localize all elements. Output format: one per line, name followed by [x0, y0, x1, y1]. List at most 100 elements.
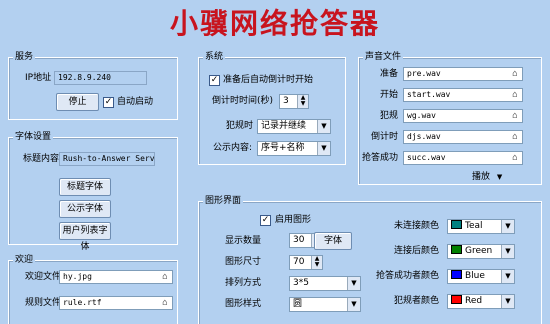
sound-value: succ.wav — [407, 153, 446, 162]
spinner-arrows-icon[interactable]: ▲▼ — [311, 256, 322, 269]
welcome-file-field[interactable]: hy.jpg ⌂ — [59, 270, 173, 284]
size-label: 图形尺寸 — [225, 257, 262, 267]
chevron-down-icon[interactable]: ▼ — [317, 120, 330, 133]
color-name: Blue — [465, 271, 485, 281]
graphics-group: 图形界面 ✓ 启用图形 显示数量 30 ▲▼ 字体 图形尺寸 70 ▲▼ 排列方… — [198, 196, 542, 324]
sound-label-foul: 犯规 — [379, 111, 398, 121]
graphics-group-title: 图形界面 — [203, 196, 244, 207]
autostart-label: 自动启动 — [117, 97, 154, 107]
color-label-unconnected: 未连接颜色 — [393, 221, 439, 231]
welcome-file-label: 欢迎文件 — [25, 272, 62, 282]
notice-font-button[interactable]: 公示字体 — [59, 200, 111, 218]
title-font-button[interactable]: 标题字体 — [59, 178, 111, 196]
chevron-down-icon[interactable]: ▼ — [501, 295, 514, 308]
display-count-label: 显示数量 — [225, 236, 262, 246]
size-value: 70 — [293, 257, 305, 267]
notice-value: 序号+名称 — [261, 143, 305, 153]
dropdown-arrow-icon[interactable]: ▼ — [497, 173, 502, 181]
chevron-down-icon[interactable]: ▼ — [347, 298, 360, 311]
sound-value: wg.wav — [407, 111, 436, 120]
color-select-unconnected[interactable]: Teal ▼ — [447, 219, 515, 234]
stop-button[interactable]: 停止 — [56, 93, 99, 111]
browse-icon[interactable]: ⌂ — [510, 111, 520, 121]
enable-graphics-label: 启用图形 — [275, 215, 312, 225]
color-swatch — [451, 295, 462, 304]
browse-icon[interactable]: ⌂ — [510, 132, 520, 142]
user-list-font-button[interactable]: 用户列表字体 — [59, 222, 111, 252]
layout-label: 排列方式 — [225, 278, 262, 288]
layout-value: 3*5 — [293, 278, 309, 288]
spinner-arrows-icon[interactable]: ▲▼ — [297, 95, 308, 108]
browse-icon[interactable]: ⌂ — [510, 90, 520, 100]
service-group: 服务 IP地址 192.8.9.240 停止 ✓ 自动启动 — [8, 52, 178, 120]
rules-file-field[interactable]: rule.rtf ⌂ — [59, 296, 173, 310]
autostart-checkbox[interactable]: ✓ — [103, 97, 114, 108]
chevron-down-icon[interactable]: ▼ — [317, 142, 330, 155]
enable-graphics-checkbox[interactable]: ✓ — [260, 215, 271, 226]
system-group-title: 系统 — [203, 52, 226, 63]
ip-field[interactable]: 192.8.9.240 — [54, 71, 147, 85]
foul-value: 记录并继续 — [261, 121, 307, 131]
system-group: 系统 ✓ 准备后自动倒计时开始 倒计时时间(秒) 3 ▲ ▼ 犯规时 记录并继续 … — [198, 52, 346, 165]
font-group-title: 字体设置 — [13, 132, 54, 143]
color-label-success: 抢答成功者颜色 — [375, 271, 439, 281]
sound-label-countdown: 倒计时 — [370, 132, 398, 142]
color-swatch — [451, 220, 462, 229]
caption-label: 标题内容 — [23, 154, 60, 164]
sound-field-success[interactable]: succ.wav ⌂ — [403, 151, 523, 165]
style-select[interactable]: 圆 ▼ — [289, 297, 361, 312]
sound-field-prepare[interactable]: pre.wav ⌂ — [403, 67, 523, 81]
notice-label: 公示内容: — [213, 143, 253, 153]
countdown-label: 倒计时时间(秒) — [212, 96, 274, 106]
sound-value: djs.wav — [407, 132, 441, 141]
sound-value: start.wav — [407, 90, 451, 99]
browse-icon[interactable]: ⌂ — [160, 272, 170, 282]
color-name: Red — [465, 296, 483, 306]
ip-label: IP地址 — [25, 73, 52, 83]
auto-countdown-checkbox[interactable]: ✓ — [209, 75, 220, 86]
color-select-foul[interactable]: Red ▼ — [447, 294, 515, 309]
color-name: Green — [465, 246, 493, 256]
rules-file-value: rule.rtf — [63, 298, 102, 307]
chevron-down-icon[interactable]: ▼ — [501, 220, 514, 233]
sound-value: pre.wav — [407, 69, 441, 78]
sound-label-success: 抢答成功 — [361, 153, 398, 163]
color-label-connected: 连接后颜色 — [393, 246, 439, 256]
caption-field[interactable]: Rush-to-Answer Server — [59, 152, 155, 166]
sound-label-prepare: 准备 — [379, 69, 398, 79]
welcome-group-title: 欢迎 — [13, 255, 36, 266]
style-label: 图形样式 — [225, 299, 262, 309]
sound-group-title: 声音文件 — [363, 52, 404, 63]
browse-icon[interactable]: ⌂ — [510, 153, 520, 163]
play-button[interactable]: 播放 ▼ — [472, 170, 502, 184]
browse-icon[interactable]: ⌂ — [160, 298, 170, 308]
countdown-spinner[interactable]: 3 ▲ ▼ — [279, 94, 309, 109]
size-spinner[interactable]: 70 ▲ ▼ — [289, 255, 323, 270]
layout-select[interactable]: 3*5 ▼ — [289, 276, 361, 291]
chevron-down-icon[interactable]: ▼ — [501, 245, 514, 258]
graphics-font-button[interactable]: 字体 — [314, 232, 352, 250]
welcome-group: 欢迎 欢迎文件 hy.jpg ⌂ 规则文件 rule.rtf ⌂ — [8, 255, 178, 324]
sound-label-start: 开始 — [379, 90, 398, 100]
font-group: 字体设置 标题内容 Rush-to-Answer Server 标题字体 公示字… — [8, 132, 178, 252]
sound-field-start[interactable]: start.wav ⌂ — [403, 88, 523, 102]
chevron-down-icon[interactable]: ▼ — [347, 277, 360, 290]
display-count-value: 30 — [293, 235, 305, 245]
auto-countdown-label: 准备后自动倒计时开始 — [223, 75, 314, 85]
color-swatch — [451, 270, 462, 279]
welcome-file-value: hy.jpg — [63, 272, 92, 281]
browse-icon[interactable]: ⌂ — [510, 69, 520, 79]
notice-select[interactable]: 序号+名称 ▼ — [257, 141, 331, 156]
foul-select[interactable]: 记录并继续 ▼ — [257, 119, 331, 134]
color-select-connected[interactable]: Green ▼ — [447, 244, 515, 259]
chevron-down-icon[interactable]: ▼ — [501, 270, 514, 283]
color-select-success[interactable]: Blue ▼ — [447, 269, 515, 284]
color-label-foul: 犯规者颜色 — [393, 296, 439, 306]
sound-field-foul[interactable]: wg.wav ⌂ — [403, 109, 523, 123]
foul-label: 犯规时 — [226, 121, 254, 131]
play-label: 播放 — [472, 172, 491, 182]
sound-field-countdown[interactable]: djs.wav ⌂ — [403, 130, 523, 144]
rules-file-label: 规则文件 — [25, 298, 62, 308]
app-title: 小骥网络抢答器 — [169, 7, 380, 40]
countdown-value: 3 — [283, 96, 289, 106]
